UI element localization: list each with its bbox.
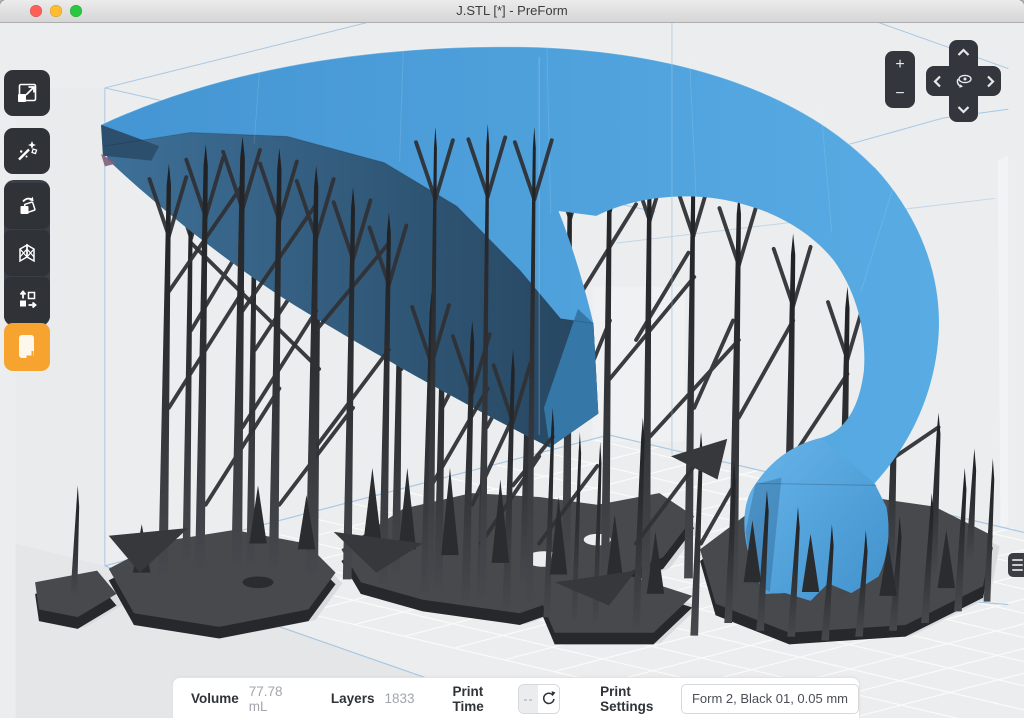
print-button[interactable] <box>4 323 50 371</box>
window-title: J.STL [*] - PreForm <box>0 0 1024 22</box>
supports-icon <box>15 241 39 265</box>
pan-right-button[interactable] <box>986 75 995 88</box>
layers-value: 1833 <box>384 691 414 706</box>
scale-icon <box>15 81 39 105</box>
pan-up-button[interactable] <box>957 48 970 57</box>
viewport: + − Volume 77.78 mL La <box>0 22 1024 718</box>
print-time-value: -- <box>519 685 538 713</box>
volume-label: Volume <box>191 691 239 706</box>
orbit-eye-icon[interactable] <box>953 70 975 92</box>
volume-value: 77.78 mL <box>249 684 293 714</box>
zoom-out-button[interactable]: − <box>885 80 915 109</box>
pan-left-button[interactable] <box>933 75 942 88</box>
print-settings-label: Print Settings <box>600 684 669 714</box>
layout-icon <box>15 288 39 312</box>
tool-group <box>4 180 50 326</box>
pan-control <box>926 40 1001 122</box>
pan-down-button[interactable] <box>957 105 970 114</box>
titlebar: J.STL [*] - PreForm <box>0 0 1024 23</box>
3d-viewport-canvas[interactable] <box>0 22 1024 718</box>
preform-window: J.STL [*] - PreForm <box>0 0 1024 718</box>
magic-wand-icon <box>15 139 39 163</box>
printer-list-chip[interactable] <box>1008 553 1024 577</box>
print-settings-button[interactable]: Form 2, Black 01, 0.05 mm <box>681 684 859 714</box>
refresh-icon <box>540 690 557 707</box>
zoom-control: + − <box>885 51 915 108</box>
orientation-tool-button[interactable] <box>4 183 50 229</box>
size-tool-button[interactable] <box>4 70 50 116</box>
layers-label: Layers <box>331 691 375 706</box>
print-time-box: -- <box>518 684 560 714</box>
layout-tool-button[interactable] <box>4 277 50 323</box>
one-click-print-button[interactable] <box>4 128 50 174</box>
print-time-label: Print Time <box>453 684 505 714</box>
supports-tool-button[interactable] <box>4 230 50 276</box>
status-bar: Volume 77.78 mL Layers 1833 Print Time -… <box>172 677 860 718</box>
zoom-in-button[interactable]: + <box>885 51 915 80</box>
print-time-refresh-button[interactable] <box>538 685 559 713</box>
rotate-icon <box>15 194 39 218</box>
cartridge-icon <box>14 333 40 361</box>
